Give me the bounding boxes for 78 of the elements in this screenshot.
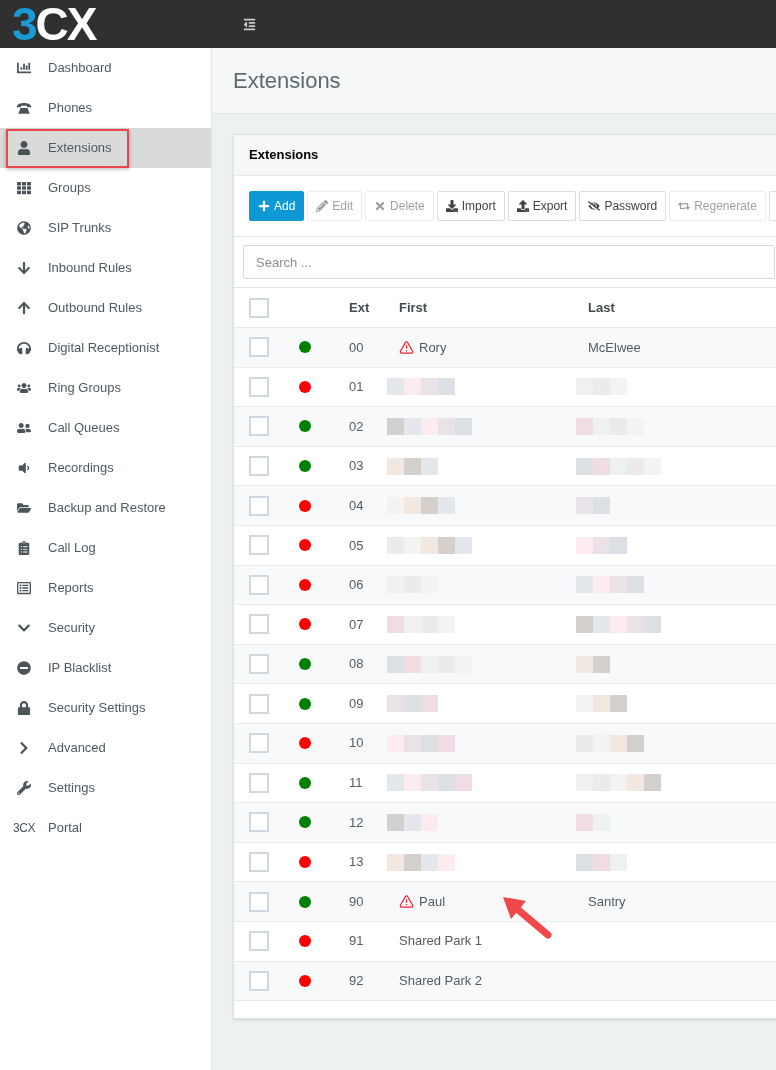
toolbar-button[interactable]: Export [507, 191, 577, 221]
row-checkbox[interactable] [249, 456, 269, 477]
grid-icon [17, 181, 31, 195]
notepad-icon [17, 541, 31, 555]
extension-number: 03 [349, 458, 364, 474]
row-checkbox[interactable] [249, 693, 269, 714]
column-header[interactable]: First [399, 299, 428, 315]
row-checkbox[interactable] [249, 416, 269, 437]
speaker-icon [17, 461, 31, 475]
toolbar-button[interactable]: Import [436, 191, 505, 221]
toolbar-button[interactable]: Password [579, 191, 667, 221]
pencil-icon [316, 200, 329, 212]
first-name: Shared Park 2 [399, 972, 483, 991]
repeat-icon [678, 200, 691, 212]
row-checkbox[interactable] [249, 772, 269, 793]
arrow-down-icon [17, 261, 31, 275]
portal-logo: 3CX [13, 822, 35, 834]
extension-number: 04 [349, 497, 364, 513]
user-icon [17, 141, 31, 155]
plus-icon [258, 200, 270, 212]
extension-number: 07 [349, 616, 364, 632]
globe-icon [17, 221, 31, 235]
folder-icon [17, 501, 31, 515]
arrow-up-icon [17, 301, 31, 315]
row-checkbox[interactable] [249, 614, 269, 635]
sidebar-item[interactable]: Extensions [0, 128, 211, 168]
extension-number: 12 [349, 814, 364, 830]
column-header[interactable]: Ext [349, 299, 370, 315]
first-name: Shared Park 1 [399, 932, 483, 951]
extension-number: 00 [349, 339, 364, 355]
telephone-icon [17, 101, 31, 115]
extension-number: 08 [349, 656, 364, 672]
extension-number: 92 [349, 973, 364, 989]
row-checkbox[interactable] [249, 654, 269, 675]
extension-number: 02 [349, 418, 364, 434]
close-icon [374, 200, 387, 212]
first-name: Paul [419, 892, 446, 911]
row-checkbox[interactable] [249, 812, 269, 833]
row-checkbox[interactable] [249, 891, 269, 912]
column-header[interactable]: Last [588, 299, 615, 315]
first-name: Rory [419, 338, 447, 357]
extension-number: 01 [349, 379, 364, 395]
extension-number: 06 [349, 577, 364, 593]
row-checkbox[interactable] [249, 852, 269, 872]
extension-number: 13 [349, 854, 364, 870]
lock-icon [17, 701, 31, 715]
people-icon [17, 421, 31, 435]
extension-number: 11 [349, 775, 363, 791]
extension-number: 91 [349, 933, 364, 949]
list-icon [17, 581, 31, 595]
bar-chart-icon [17, 61, 31, 75]
row-checkbox[interactable] [249, 337, 269, 358]
row-checkbox[interactable] [249, 970, 269, 991]
menu-icon [242, 17, 257, 31]
eye-slash-icon [588, 200, 601, 212]
last-name: Santry [588, 892, 626, 911]
search-field[interactable]: Search ... [243, 245, 775, 279]
upload-icon [516, 200, 529, 212]
extension-number: 09 [349, 695, 364, 711]
select-all-checkbox[interactable] [249, 297, 269, 318]
page-title: Extensions [233, 67, 341, 95]
row-checkbox[interactable] [249, 931, 269, 952]
extension-number: 10 [349, 735, 364, 751]
row-checkbox[interactable] [249, 495, 269, 516]
row-checkbox[interactable] [249, 376, 269, 397]
wrench-icon [17, 781, 31, 795]
row-checkbox[interactable] [249, 535, 269, 556]
last-name: McElwee [588, 338, 641, 357]
row-checkbox[interactable] [249, 574, 269, 595]
headphones-icon [17, 341, 31, 355]
sidebar-toggle-button[interactable] [242, 17, 257, 31]
card-title: Extensions [249, 146, 319, 165]
logo: 3CX [12, 1, 96, 47]
download-icon [445, 200, 458, 212]
extension-number: 90 [349, 893, 364, 909]
row-checkbox[interactable] [249, 733, 269, 754]
extension-number: 05 [349, 537, 364, 553]
users-icon [17, 381, 31, 395]
